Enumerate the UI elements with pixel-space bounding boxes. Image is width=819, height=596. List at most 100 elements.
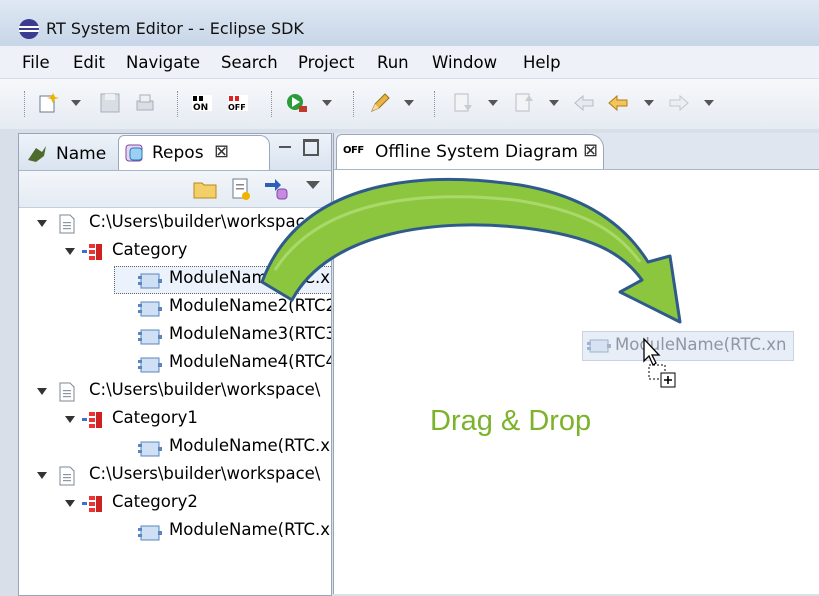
document-icon	[59, 466, 75, 486]
offline-icon[interactable]: OFF	[226, 91, 250, 115]
run-icon[interactable]	[285, 91, 309, 115]
tree-item-module[interactable]: ModuleName4(RTC4.	[19, 352, 331, 378]
editor-area: OFF Offline System Diagram ⊠	[333, 133, 819, 594]
repos-view-icon	[125, 144, 143, 162]
drag-and-drop-label: Drag & Drop	[430, 405, 592, 437]
tree-item-module[interactable]: ModuleName2(RTC2.	[19, 296, 331, 322]
menu-help[interactable]: Help	[523, 53, 561, 72]
category-icon	[82, 244, 102, 260]
toolbar-separator	[353, 91, 354, 117]
menu-file[interactable]: File	[22, 53, 50, 72]
editor-tabs: OFF Offline System Diagram ⊠	[334, 133, 819, 170]
left-view-tabs: Name Repos ⊠	[19, 134, 331, 171]
tab-offline-system-diagram[interactable]: OFF Offline System Diagram ⊠	[336, 134, 604, 169]
prev-annotation-icon[interactable]	[512, 91, 536, 115]
module-icon	[138, 441, 162, 457]
menu-bar: File Edit Navigate Search Project Run Wi…	[0, 46, 819, 79]
tab-repos[interactable]: Repos ⊠	[118, 135, 270, 170]
tree-item-label: Category1	[112, 408, 198, 427]
tree-item-file[interactable]: C:\Users\builder\workspace\	[19, 212, 331, 238]
chevron-down-icon[interactable]	[704, 100, 714, 106]
expand-twisty-icon[interactable]	[65, 500, 75, 507]
next-annotation-icon[interactable]	[451, 91, 475, 115]
tree-item-file[interactable]: C:\Users\builder\workspace\	[19, 380, 331, 406]
online-icon[interactable]: ON	[190, 91, 214, 115]
tree-item-module[interactable]: ModuleName(RTC.xn	[19, 436, 331, 462]
menu-window[interactable]: Window	[432, 53, 497, 72]
tree-item-label: Category2	[112, 492, 198, 511]
repository-view: Name Repos ⊠ C:\Users\builder\workspace\…	[18, 133, 332, 596]
svg-text:OFF: OFF	[228, 103, 246, 112]
close-icon[interactable]: ⊠	[214, 141, 229, 162]
cursor-icon	[643, 337, 676, 388]
print-icon[interactable]	[133, 91, 157, 115]
dragged-module[interactable]: ModuleName(RTC.xn	[582, 331, 794, 361]
tree-item-category[interactable]: Category1	[19, 408, 331, 434]
window-title: RT System Editor - - Eclipse SDK	[46, 19, 304, 38]
close-icon[interactable]: ⊠	[583, 140, 598, 161]
back-icon[interactable]	[606, 91, 630, 115]
module-icon	[138, 525, 162, 541]
module-icon	[138, 329, 162, 345]
tree-item-label: ModuleName2(RTC2.	[169, 296, 331, 315]
last-edit-icon[interactable]	[572, 91, 596, 115]
window-title-bar: RT System Editor - - Eclipse SDK	[0, 0, 819, 46]
tab-repos-label: Repos	[152, 143, 204, 163]
folder-icon[interactable]	[193, 179, 217, 199]
link-editor-icon[interactable]	[263, 177, 289, 201]
tree-item-label: C:\Users\builder\workspace\	[89, 212, 321, 231]
expand-twisty-icon[interactable]	[37, 388, 47, 395]
module-icon	[138, 357, 162, 373]
tree-item-label: ModuleName4(RTC4.	[169, 352, 331, 371]
category-icon	[82, 496, 102, 512]
name-view-icon	[28, 146, 46, 162]
forward-icon[interactable]	[667, 91, 691, 115]
module-icon	[138, 273, 162, 289]
eclipse-icon	[19, 19, 39, 39]
toolbar-separator	[177, 91, 178, 117]
chevron-down-icon[interactable]	[71, 100, 81, 106]
expand-twisty-icon[interactable]	[37, 472, 47, 479]
category-icon	[82, 412, 102, 428]
tree-item-label: C:\Users\builder\workspace\	[89, 380, 321, 399]
tab-name-label: Name	[56, 144, 107, 164]
document-icon	[59, 214, 75, 234]
tree-item-module[interactable]: ModuleName(RTC.xn	[19, 266, 331, 294]
pencil-icon[interactable]	[368, 91, 392, 115]
menu-navigate[interactable]: Navigate	[126, 53, 200, 72]
view-toolbar	[19, 171, 331, 208]
menu-run[interactable]: Run	[377, 53, 409, 72]
module-icon	[587, 339, 611, 353]
tree-item-category[interactable]: Category2	[19, 492, 331, 518]
menu-project[interactable]: Project	[298, 53, 354, 72]
view-menu-icon[interactable]	[306, 181, 320, 189]
chevron-down-icon[interactable]	[549, 100, 559, 106]
chevron-down-icon[interactable]	[488, 100, 498, 106]
offline-diagram-icon: OFF	[343, 145, 364, 156]
tab-name[interactable]: Name	[22, 137, 124, 169]
menu-edit[interactable]: Edit	[73, 53, 105, 72]
menu-search[interactable]: Search	[221, 53, 278, 72]
tree-item-label: ModuleName(RTC.xn	[169, 520, 331, 539]
svg-text:ON: ON	[193, 103, 208, 113]
editor-tab-label: Offline System Diagram	[375, 142, 578, 162]
minimize-icon[interactable]	[279, 146, 291, 148]
tree-item-file[interactable]: C:\Users\builder\workspace\	[19, 464, 331, 490]
expand-twisty-icon[interactable]	[37, 220, 47, 227]
chevron-down-icon[interactable]	[322, 100, 332, 106]
tree-item-label: Category	[112, 240, 188, 259]
expand-twisty-icon[interactable]	[65, 416, 75, 423]
tree-item-label: ModuleName(RTC.xn	[169, 268, 331, 287]
new-file-icon[interactable]	[231, 177, 251, 201]
tree-item-module[interactable]: ModuleName(RTC.xn	[19, 520, 331, 546]
new-wizard-icon[interactable]	[37, 91, 61, 115]
maximize-icon[interactable]	[303, 139, 319, 156]
tree-item-label: ModuleName(RTC.xn	[169, 436, 331, 455]
save-icon[interactable]	[98, 91, 122, 115]
chevron-down-icon[interactable]	[644, 100, 654, 106]
document-icon	[59, 382, 75, 402]
tree-item-category[interactable]: Category	[19, 240, 331, 266]
chevron-down-icon[interactable]	[404, 100, 414, 106]
tree-item-module[interactable]: ModuleName3(RTC3.	[19, 324, 331, 350]
expand-twisty-icon[interactable]	[65, 248, 75, 255]
